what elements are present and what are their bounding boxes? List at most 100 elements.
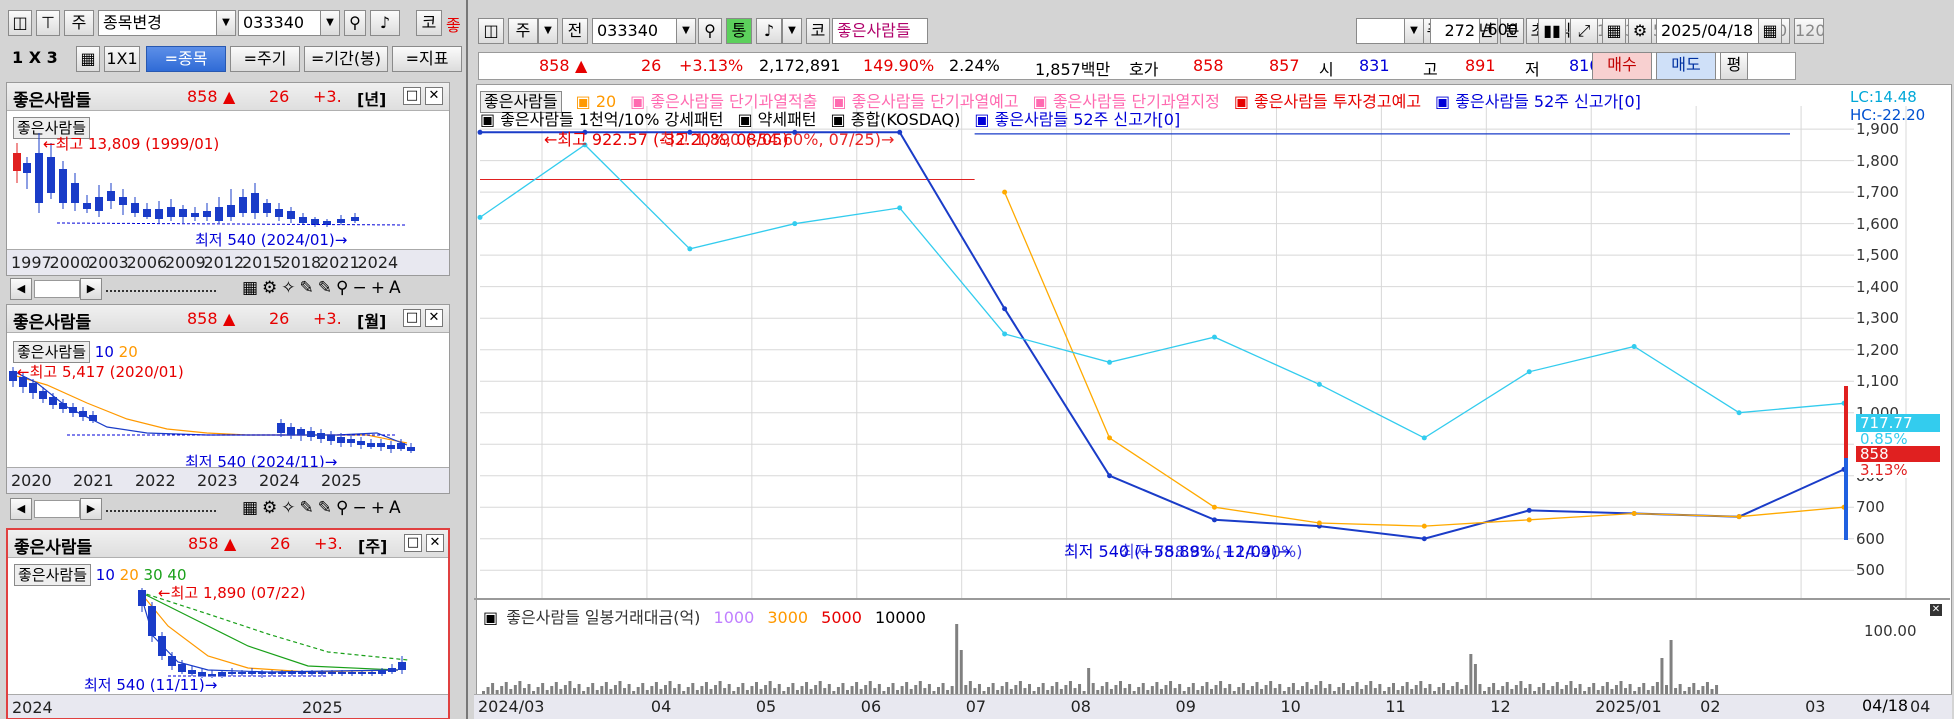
scrollbar[interactable]: ◀ ▶ ▦⚙✧✎✎⚲−+A [6,278,450,300]
volume-bar [1050,686,1054,694]
panel-close-icon[interactable]: ✕ [1930,604,1942,616]
even-button[interactable]: 평 [1720,52,1748,80]
zoom-slider[interactable] [106,286,216,292]
candle-tool-icon[interactable]: ▮▮ [1538,18,1566,44]
tick-count-button[interactable]: 120 [1794,18,1824,44]
speaker-icon[interactable]: ♪ [370,10,400,36]
type-select[interactable]: 주 [64,10,94,36]
volume-bar [777,684,781,694]
type-select[interactable]: 주 [508,18,538,44]
volume-bar [1387,687,1391,694]
volume-bar [1264,685,1268,694]
volume-bar [927,684,931,694]
scroll-track[interactable] [34,280,80,298]
close-icon[interactable]: ✕ [425,87,443,105]
scroll-track[interactable] [34,500,80,518]
pin-icon[interactable]: ⊤ [36,10,60,36]
x-tick: 2020 [11,471,52,490]
chevron-down-icon[interactable]: ▼ [782,18,802,44]
volume-bar [1455,682,1459,694]
chevron-down-icon[interactable]: ▼ [676,18,696,44]
scroll-left-icon[interactable]: ◀ [10,498,32,520]
save-icon[interactable]: ▦ [1602,18,1626,44]
x-tick: 2025/01 [1595,697,1662,716]
mini-chart-monthly: 좋은사람들 858 ▲ 26 +3. [월] □ ✕ 좋은사람들 10 20 ←… [6,304,450,494]
volume-bar [941,683,945,694]
grid-icon[interactable]: ▦ [76,46,100,72]
scroll-right-icon[interactable]: ▶ [80,498,102,520]
candle-body [327,435,335,441]
main-code-input[interactable]: 033340 [592,18,678,44]
maximize-icon[interactable]: □ [403,87,421,105]
candle-body [358,672,366,674]
scroll-right-icon[interactable]: ▶ [80,278,102,300]
data-point [1211,517,1217,523]
x-tick: 03 [1805,697,1826,716]
x-tick: 06 [860,697,882,716]
close-icon[interactable]: ✕ [426,534,444,552]
quote-change: 26 [641,56,662,75]
period-mode-button[interactable]: =주기 [230,46,300,72]
tong-button[interactable]: 통 [726,18,752,44]
candle-body [228,672,236,674]
volume-bar [1537,687,1541,694]
candle-body [35,153,43,203]
volume-bar [1018,681,1022,694]
one-by-one-button[interactable]: 1X1 [104,46,140,72]
scrollbar[interactable]: ◀ ▶ ▦⚙✧✎✎⚲−+A [6,498,450,520]
candle-body [351,217,359,221]
layout-icon[interactable]: ◫ [8,10,32,36]
date-input[interactable]: 2025/04/18 [1656,18,1760,44]
volume-bar [1428,684,1432,694]
volume-bar [1587,687,1591,694]
chevron-down-icon[interactable]: ▼ [1404,18,1424,44]
blank-dropdown[interactable] [1356,18,1406,44]
search-icon[interactable]: ⚲ [344,10,366,36]
buy-button[interactable]: 매수 [1592,52,1652,80]
zoom-slider[interactable] [106,506,216,512]
scroll-left-icon[interactable]: ◀ [10,278,32,300]
candle-body [227,205,235,217]
crosshair-icon[interactable]: ⤢ [1570,18,1598,44]
calendar-icon[interactable]: ▦ [1758,18,1782,44]
maximize-icon[interactable]: □ [403,309,421,327]
volume-bar [527,684,531,694]
gear-icon[interactable]: ⚙ [1628,18,1652,44]
data-point [1736,514,1742,520]
candle-body [49,397,57,405]
full-button[interactable]: 전 [562,18,588,44]
search-icon[interactable]: ⚲ [698,18,722,44]
bar-count-input[interactable]: 272 [1430,18,1480,44]
close-icon[interactable]: ✕ [425,309,443,327]
market-button[interactable]: 코 [416,10,442,36]
volume-bar [1414,685,1418,694]
indicator-mode-button[interactable]: =지표 [392,46,462,72]
x-axis: 2024 2025 [8,694,448,718]
chart-tools[interactable]: ▦⚙✧✎✎⚲−+A [242,278,405,298]
x-tick: 2003 [88,253,129,272]
volume-bar [1291,683,1295,694]
speaker-icon[interactable]: ♪ [756,18,782,44]
stock-mode-button[interactable]: =종목 [146,46,226,72]
range-mode-button[interactable]: =기간(봉) [304,46,388,72]
candle-body [238,672,246,674]
left-toolbar: ◫ ⊤ 주 종목변경 ▼ 033340 ▼ ⚲ ♪ 코 좋 1 X 3 ▦ 1X… [0,0,470,72]
chevron-down-icon[interactable]: ▼ [320,10,340,36]
volume-bar [937,687,940,694]
sell-button[interactable]: 매도 [1656,52,1716,80]
chevron-down-icon[interactable]: ▼ [538,18,558,44]
change-stock-field[interactable]: 종목변경 [98,10,218,36]
chevron-down-icon[interactable]: ▼ [216,10,236,36]
left-code-input[interactable]: 033340 [238,10,322,36]
maximize-icon[interactable]: □ [404,534,422,552]
candle-body [168,656,176,666]
candle-body [407,447,415,451]
layout-icon[interactable]: ◫ [478,18,504,44]
volume-bar [1437,687,1441,694]
market-button[interactable]: 코 [806,18,830,44]
candle-body [328,672,336,674]
data-point [1631,344,1637,350]
volume-bar [977,684,981,694]
chart-tools[interactable]: ▦⚙✧✎✎⚲−+A [242,498,405,518]
x-tick: 2024 [259,471,300,490]
